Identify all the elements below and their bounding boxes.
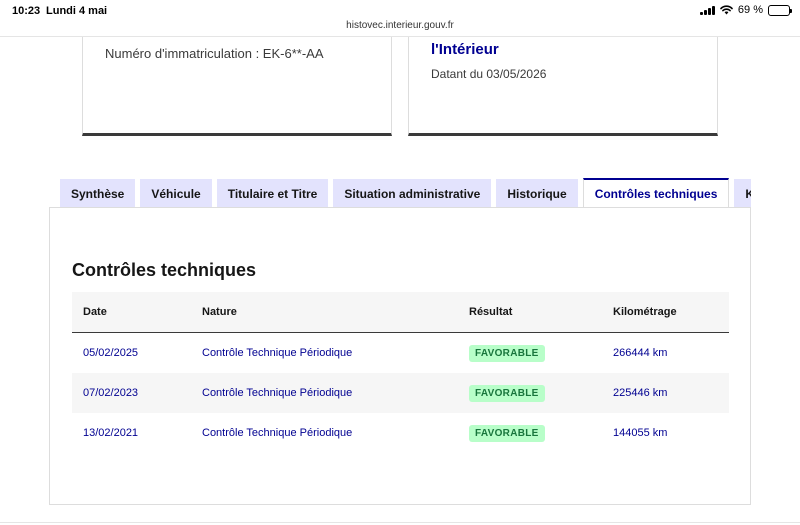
row-mileage: 144055 km (613, 427, 668, 439)
inspections-table: Date Nature Résultat Kilométrage 05/02/2… (72, 292, 729, 453)
battery-percentage: 69 % (737, 4, 763, 16)
column-header-date: Date (83, 306, 107, 318)
address-url: histovec.interieur.gouv.fr (346, 20, 454, 31)
tab-vehicule[interactable]: Véhicule (140, 179, 212, 208)
report-card: l'Intérieur Datant du 03/05/2026 (408, 37, 718, 136)
table-row: 05/02/2025 Contrôle Technique Périodique… (72, 333, 729, 373)
status-date: Lundi 4 mai (46, 5, 108, 17)
tab-bar: Synthèse Véhicule Titulaire et Titre Sit… (60, 178, 751, 208)
tab-controles-techniques[interactable]: Contrôles techniques (582, 178, 730, 208)
address-bar[interactable]: histovec.interieur.gouv.fr (0, 20, 800, 36)
result-badge: FAVORABLE (469, 424, 545, 442)
result-badge: FAVORABLE (469, 344, 545, 362)
divider (0, 522, 800, 523)
tab-panel: Contrôles techniques Date Nature Résulta… (49, 207, 751, 505)
row-mileage: 225446 km (613, 387, 668, 399)
row-nature: Contrôle Technique Périodique (202, 347, 353, 359)
row-date: 07/02/2023 (83, 387, 139, 399)
cellular-signal-icon (699, 5, 715, 15)
column-header-mileage: Kilométrage (613, 306, 677, 318)
row-mileage: 266444 km (613, 347, 668, 359)
column-header-result: Résultat (469, 306, 513, 318)
tab-synthese[interactable]: Synthèse (60, 179, 136, 208)
table-row: 07/02/2023 Contrôle Technique Périodique… (72, 373, 729, 413)
plate-card: Numéro d'immatriculation : EK-6**-AA (82, 37, 392, 136)
row-result: FAVORABLE (458, 424, 601, 442)
row-result: FAVORABLE (458, 384, 601, 402)
row-nature: Contrôle Technique Périodique (202, 427, 353, 439)
status-time: 10:23 (12, 5, 41, 17)
tab-situation-administrative[interactable]: Situation administrative (333, 179, 492, 208)
ministry-name: l'Intérieur (431, 41, 499, 58)
column-header-nature: Nature (202, 306, 237, 318)
section-title: Contrôles techniques (72, 260, 257, 280)
status-indicators: 69 % (699, 4, 792, 16)
registration-number: Numéro d'immatriculation : EK-6**-AA (105, 46, 324, 61)
table-row: 13/02/2021 Contrôle Technique Périodique… (72, 413, 729, 453)
row-nature: Contrôle Technique Périodique (202, 387, 353, 399)
tab-kilometrage[interactable]: Kilométrage (734, 179, 751, 208)
battery-icon (768, 4, 792, 16)
row-date: 05/02/2025 (83, 347, 139, 359)
row-date: 13/02/2021 (83, 427, 139, 439)
table-header: Date Nature Résultat Kilométrage (72, 292, 729, 333)
wifi-icon (720, 5, 733, 15)
tab-historique[interactable]: Historique (496, 179, 578, 208)
tab-titulaire-et-titre[interactable]: Titulaire et Titre (216, 179, 329, 208)
report-date: Datant du 03/05/2026 (431, 67, 547, 81)
row-result: FAVORABLE (458, 344, 601, 362)
result-badge: FAVORABLE (469, 384, 545, 402)
status-bar: 10:23 Lundi 4 mai 69 % (0, 0, 800, 22)
